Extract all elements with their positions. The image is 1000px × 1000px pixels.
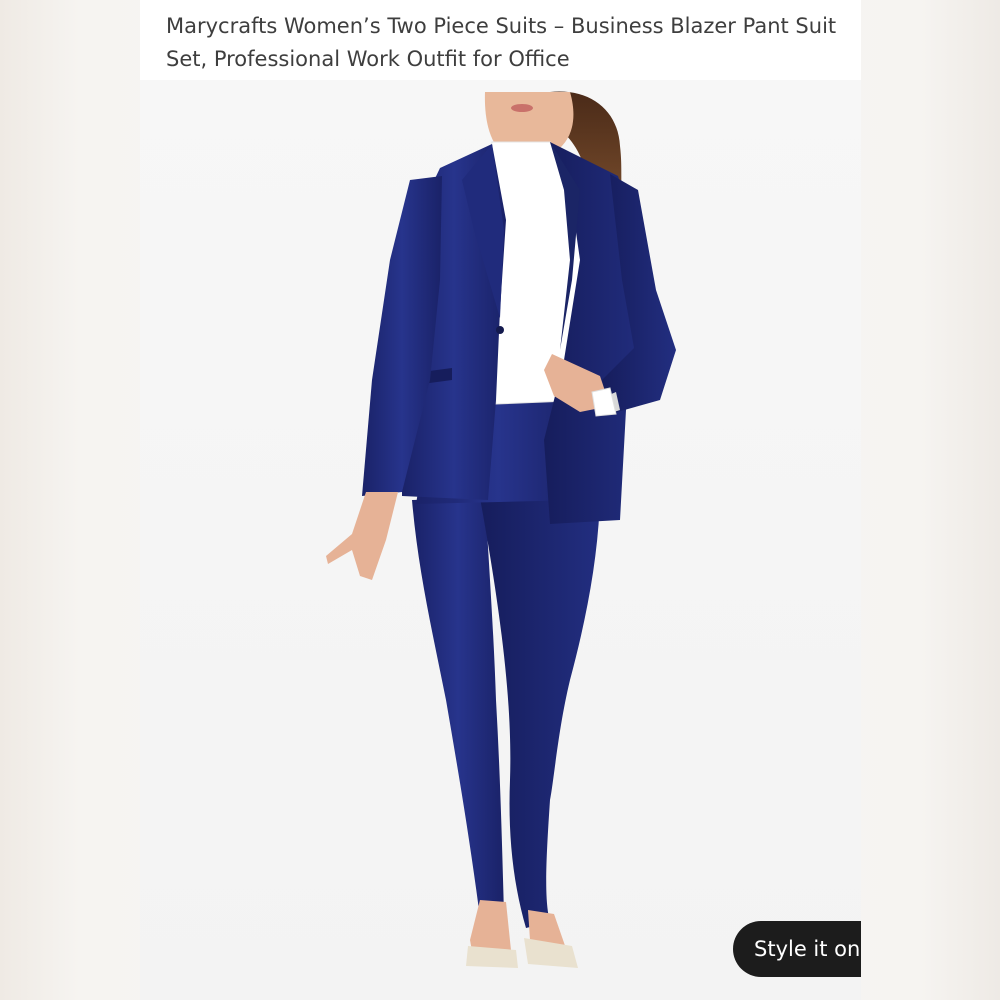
- title-bar: Marycrafts Women’s Two Piece Suits – Bus…: [140, 0, 861, 80]
- style-it-on-you-label: Style it on you: [754, 937, 861, 961]
- blazer-button: [496, 326, 504, 334]
- left-hand: [326, 492, 398, 580]
- product-title: Marycrafts Women’s Two Piece Suits – Bus…: [166, 14, 837, 71]
- pants-left-leg: [412, 498, 504, 918]
- product-photo[interactable]: [140, 80, 861, 1000]
- lips: [511, 104, 533, 112]
- style-it-on-you-button[interactable]: Style it on you: [733, 921, 861, 977]
- right-sandal: [524, 938, 578, 968]
- model-illustration: [326, 91, 676, 968]
- product-card: Marycrafts Women’s Two Piece Suits – Bus…: [140, 0, 861, 1000]
